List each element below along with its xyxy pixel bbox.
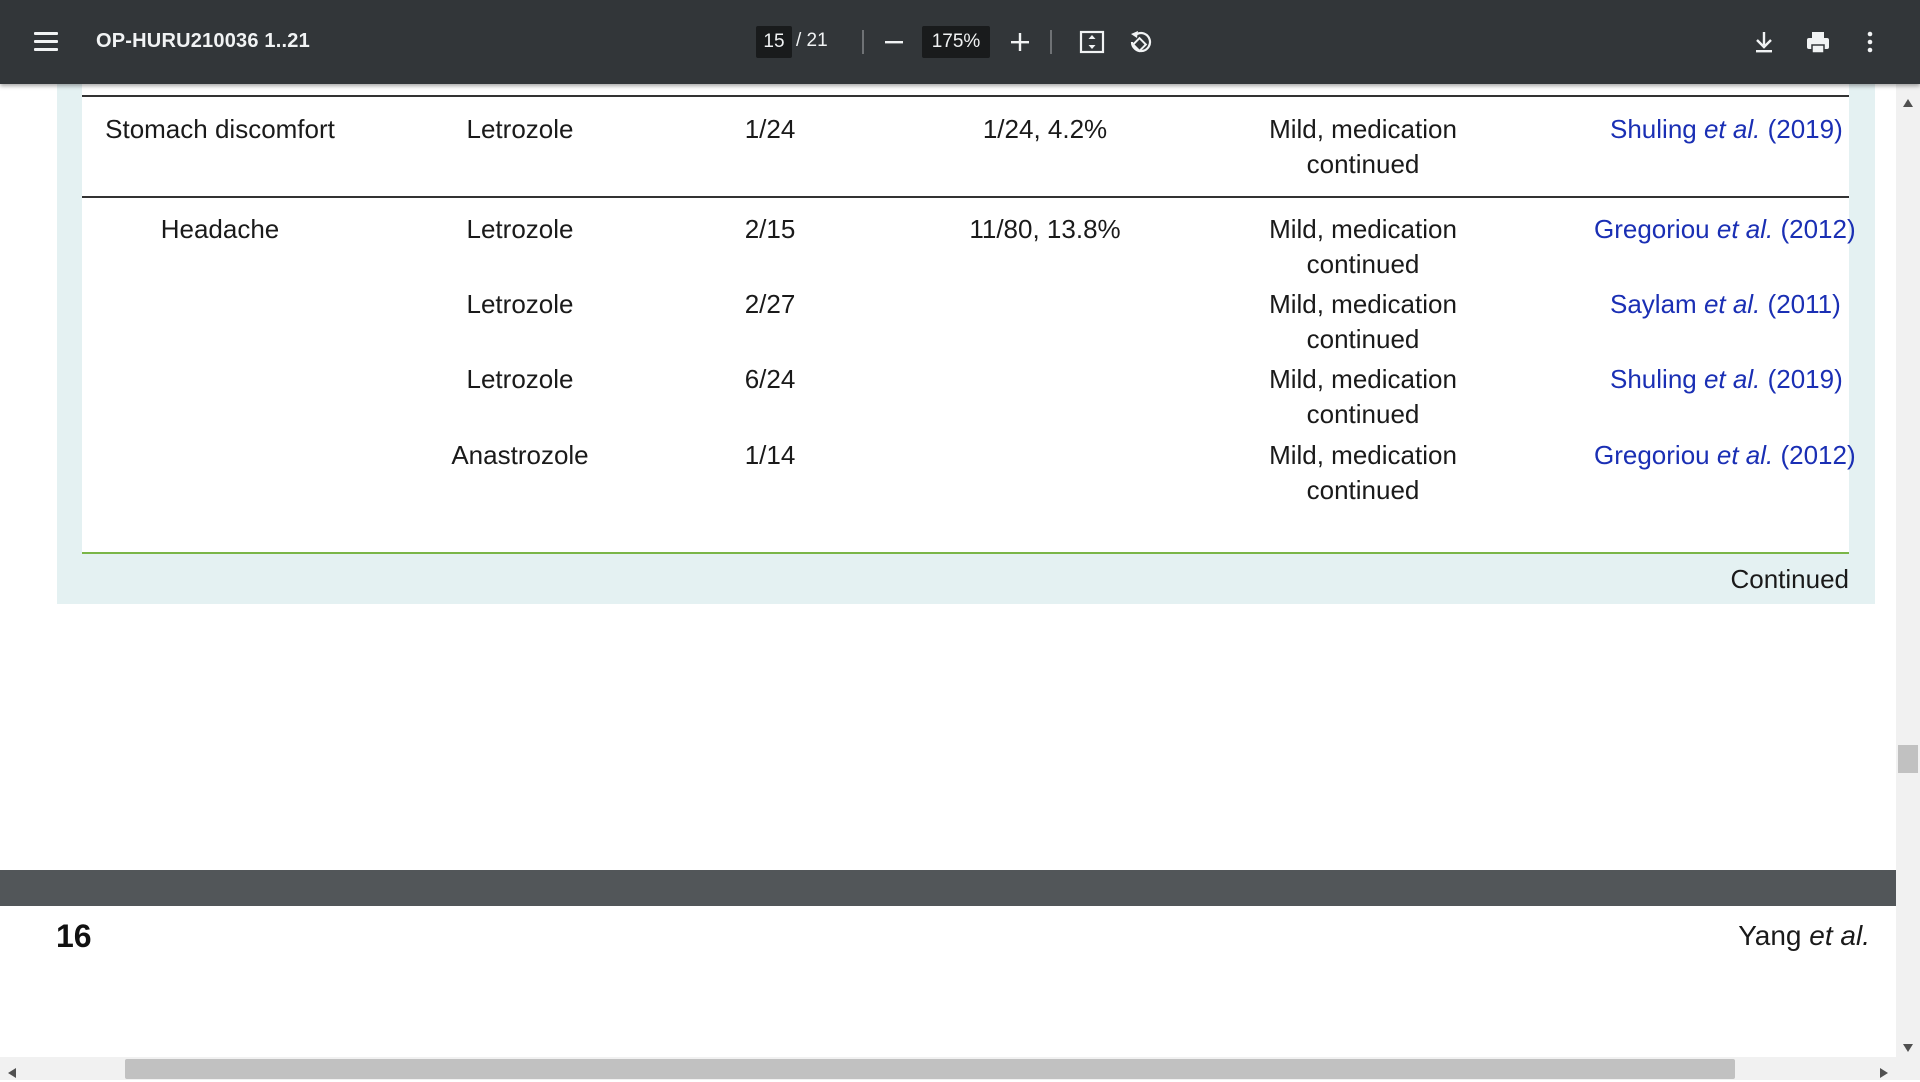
incidence-cell: 1/24 bbox=[744, 114, 796, 144]
toolbar-divider bbox=[1050, 30, 1052, 54]
running-header: Yang et al. bbox=[1738, 920, 1870, 951]
table-bottom-rule bbox=[82, 552, 1849, 554]
reference-link[interactable]: Gregoriou et al. (2012) bbox=[1594, 212, 1856, 247]
download-icon[interactable] bbox=[1744, 22, 1784, 62]
adverse-effects-table bbox=[82, 84, 1849, 554]
drug-cell: Letrozole bbox=[466, 289, 574, 319]
horizontal-scrollbar-thumb[interactable] bbox=[125, 1059, 1735, 1079]
vertical-scrollbar-thumb[interactable] bbox=[1898, 745, 1918, 773]
severity-cell: Mild, medication continued bbox=[1269, 364, 1457, 429]
document-title: OP-HURU210036 1..21 bbox=[96, 30, 310, 52]
rotate-icon[interactable] bbox=[1120, 22, 1160, 62]
scroll-right-arrow-icon[interactable] bbox=[1880, 1063, 1888, 1082]
drug-cell: Letrozole bbox=[466, 214, 574, 244]
zoom-out-icon[interactable] bbox=[874, 22, 914, 62]
total-incidence-cell: 1/24, 4.2% bbox=[982, 114, 1108, 144]
page-total: / 21 bbox=[796, 30, 828, 51]
pdf-page: Stomach discomfort Letrozole 1/24 1/24, … bbox=[0, 84, 1896, 870]
incidence-cell: 1/14 bbox=[744, 440, 796, 470]
pdf-toolbar: OP-HURU210036 1..21 15 / 21 175% bbox=[0, 0, 1920, 84]
fit-page-icon[interactable] bbox=[1072, 22, 1112, 62]
effect-cell: Stomach discomfort bbox=[105, 114, 335, 144]
scroll-up-arrow-icon[interactable] bbox=[1903, 92, 1913, 111]
incidence-cell: 2/15 bbox=[744, 214, 796, 244]
zoom-level-input[interactable]: 175% bbox=[922, 26, 990, 58]
table-rule bbox=[82, 95, 1849, 97]
incidence-cell: 2/27 bbox=[744, 289, 796, 319]
severity-cell: Mild, medication continued bbox=[1269, 440, 1457, 505]
severity-cell: Mild, medication continued bbox=[1269, 114, 1457, 179]
scroll-down-arrow-icon[interactable] bbox=[1903, 1037, 1913, 1056]
reference-link[interactable]: Saylam et al. (2011) bbox=[1610, 287, 1841, 322]
drug-cell: Anastrozole bbox=[451, 440, 589, 470]
table-continued-label: Continued bbox=[1730, 564, 1849, 594]
scroll-left-arrow-icon[interactable] bbox=[8, 1063, 16, 1082]
print-icon[interactable] bbox=[1798, 22, 1838, 62]
reference-link[interactable]: Gregoriou et al. (2012) bbox=[1594, 438, 1856, 473]
total-incidence-cell: 11/80, 13.8% bbox=[969, 214, 1121, 244]
pdf-page bbox=[0, 906, 1896, 1057]
severity-cell: Mild, medication continued bbox=[1269, 289, 1457, 354]
more-vert-icon[interactable] bbox=[1850, 22, 1890, 62]
severity-cell: Mild, medication continued bbox=[1269, 214, 1457, 279]
table-rule bbox=[82, 196, 1849, 198]
effect-cell: Headache bbox=[160, 214, 280, 244]
drug-cell: Letrozole bbox=[466, 114, 574, 144]
page-number-input[interactable]: 15 bbox=[756, 26, 792, 58]
pdf-viewer[interactable]: Stomach discomfort Letrozole 1/24 1/24, … bbox=[0, 84, 1896, 1057]
reference-link[interactable]: Shuling et al. (2019) bbox=[1610, 362, 1843, 397]
vertical-scrollbar[interactable] bbox=[1896, 84, 1920, 1057]
drug-cell: Letrozole bbox=[466, 364, 574, 394]
zoom-in-icon[interactable] bbox=[1000, 22, 1040, 62]
hamburger-menu-icon[interactable] bbox=[30, 26, 64, 58]
page-number: 16 bbox=[56, 918, 92, 954]
reference-link[interactable]: Shuling et al. (2019) bbox=[1610, 112, 1843, 147]
toolbar-divider bbox=[862, 30, 864, 54]
page-gap bbox=[0, 870, 1896, 904]
incidence-cell: 6/24 bbox=[744, 364, 796, 394]
